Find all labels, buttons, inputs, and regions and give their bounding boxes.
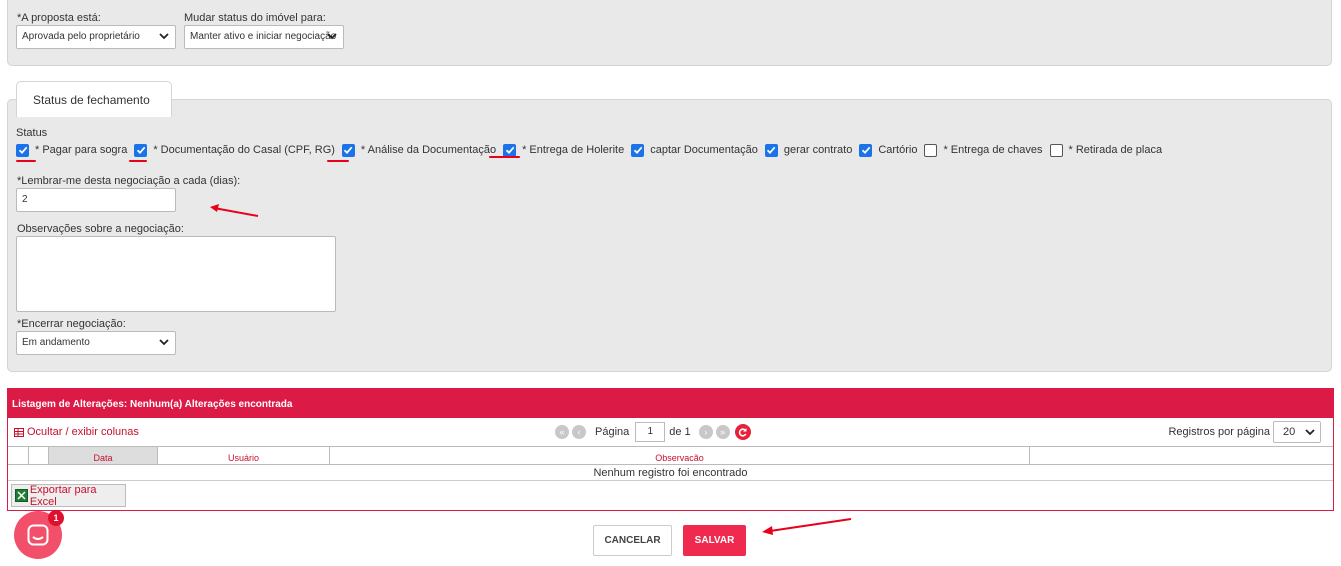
status-checkbox-label: * Análise da Documentação <box>360 144 497 156</box>
grid-toolbar: Ocultar / exibir colunas « ‹ Página 1 de… <box>8 418 1333 446</box>
status-checkbox-item[interactable]: captar Documentação <box>631 143 758 157</box>
proposal-status-value: Aprovada pelo proprietário <box>22 31 140 42</box>
status-label: Status <box>16 127 48 139</box>
status-checkbox-label: gerar contrato <box>783 144 853 156</box>
checkbox-unchecked-icon[interactable] <box>1049 143 1063 157</box>
checkbox-checked-icon[interactable] <box>134 143 148 157</box>
column-header-date[interactable]: Data <box>49 447 158 464</box>
status-checkbox-label: Cartório <box>878 144 918 156</box>
grid-header-cell <box>29 447 49 464</box>
export-excel-button[interactable]: Exportar para Excel <box>11 483 126 508</box>
page-number-input[interactable]: 1 <box>635 422 666 442</box>
chevron-down-icon <box>159 33 169 40</box>
status-checkbox-item[interactable]: * Retirada de placa <box>1049 143 1163 157</box>
empty-grid-message: Nenhum registro foi encontrado <box>593 467 748 479</box>
grid-header-row: Data Usuário Observacão <box>8 447 1333 465</box>
checkbox-checked-icon[interactable] <box>764 143 778 157</box>
status-checkbox-item[interactable]: Cartório <box>859 143 918 157</box>
cancel-button[interactable]: CANCELAR <box>593 525 672 556</box>
annotation-underline <box>16 160 36 162</box>
remind-days-input[interactable]: 2 <box>16 188 176 212</box>
chevron-down-icon <box>159 339 169 346</box>
page-total: de 1 <box>669 426 691 438</box>
checkbox-unchecked-icon[interactable] <box>924 143 938 157</box>
pagination: « ‹ Página 1 de 1 › » <box>555 422 751 442</box>
notes-label: Observações sobre a negociação: <box>17 223 184 235</box>
grid-header-cell <box>8 447 29 464</box>
remind-label: *Lembrar-me desta negociação a cada (dia… <box>17 175 241 187</box>
first-page-icon[interactable]: « <box>555 425 569 439</box>
toggle-columns-label: Ocultar / exibir colunas <box>27 426 139 438</box>
property-status-select[interactable]: Manter ativo e iniciar negociação <box>184 25 344 49</box>
records-per-page-value: 20 <box>1283 426 1296 438</box>
status-checkbox-item[interactable]: * Documentação do Casal (CPF, RG) <box>134 143 335 157</box>
status-checkbox-item[interactable]: * Análise da Documentação <box>341 143 497 157</box>
checkbox-checked-icon[interactable] <box>631 143 645 157</box>
save-button[interactable]: SALVAR <box>683 525 746 556</box>
next-page-icon[interactable]: › <box>698 425 713 439</box>
column-header-user[interactable]: Usuário <box>158 447 330 464</box>
listing-title: Listagem de Alterações: Nenhum(a) Altera… <box>7 388 1334 418</box>
records-per-page-label: Registros por página <box>1168 426 1270 438</box>
column-header-observation[interactable]: Observacão <box>330 447 1030 464</box>
last-page-icon[interactable]: » <box>715 425 730 439</box>
checkbox-checked-icon[interactable] <box>16 143 29 157</box>
status-checkbox-group: * Pagar para sogra * Documentação do Casa… <box>16 142 1169 158</box>
status-checkbox-item[interactable]: * Entrega de Holerite <box>503 143 625 157</box>
prev-page-icon[interactable]: ‹ <box>572 425 586 439</box>
refresh-icon[interactable] <box>734 424 751 440</box>
closing-tab-title: Status de fechamento <box>16 81 172 117</box>
annotation-arrow <box>210 204 259 217</box>
proposal-status-label: *A proposta está: <box>17 12 101 24</box>
status-checkbox-label: * Entrega de chaves <box>943 144 1043 156</box>
table-icon <box>14 427 24 437</box>
end-negotiation-label: *Encerrar negociação: <box>17 318 126 330</box>
notes-textarea[interactable] <box>16 236 336 312</box>
chevron-down-icon <box>327 33 337 40</box>
status-checkbox-item[interactable]: * Pagar para sogra <box>16 143 128 157</box>
proposal-status-select[interactable]: Aprovada pelo proprietário <box>16 25 176 49</box>
chevron-down-icon <box>1305 429 1315 436</box>
status-checkbox-label: captar Documentação <box>650 144 758 156</box>
annotation-underline <box>489 156 520 158</box>
status-checkbox-label: * Documentação do Casal (CPF, RG) <box>153 144 335 156</box>
status-checkbox-item[interactable]: * Entrega de chaves <box>924 143 1043 157</box>
checkbox-checked-icon[interactable] <box>341 143 355 157</box>
property-status-label: Mudar status do imóvel para: <box>184 12 326 24</box>
listing-grid-container: Ocultar / exibir colunas « ‹ Página 1 de… <box>7 418 1334 511</box>
excel-icon <box>15 489 28 502</box>
status-checkbox-item[interactable]: gerar contrato <box>764 143 853 157</box>
chat-notification-badge: 1 <box>48 510 64 526</box>
property-status-value: Manter ativo e iniciar negociação <box>190 31 337 42</box>
status-checkbox-label: * Entrega de Holerite <box>522 144 625 156</box>
chat-icon <box>27 524 49 546</box>
records-per-page-select[interactable]: 20 <box>1273 421 1321 443</box>
toggle-columns-link[interactable]: Ocultar / exibir colunas <box>14 426 139 438</box>
end-negotiation-select[interactable]: Em andamento <box>16 331 176 355</box>
checkbox-checked-icon[interactable] <box>859 143 873 157</box>
status-checkbox-label: * Retirada de placa <box>1068 144 1163 156</box>
status-checkbox-label: * Pagar para sogra <box>35 144 128 156</box>
checkbox-checked-icon[interactable] <box>503 143 517 157</box>
annotation-arrow <box>762 518 852 535</box>
annotation-underline <box>327 160 349 162</box>
page-label: Página <box>595 426 630 438</box>
records-per-page: Registros por página 20 <box>1168 421 1321 443</box>
export-excel-label: Exportar para Excel <box>29 483 97 508</box>
data-grid: Data Usuário Observacão Nenhum registro … <box>8 446 1333 481</box>
annotation-underline <box>129 160 147 162</box>
end-negotiation-value: Em andamento <box>22 337 90 348</box>
grid-header-cell <box>1030 447 1333 464</box>
